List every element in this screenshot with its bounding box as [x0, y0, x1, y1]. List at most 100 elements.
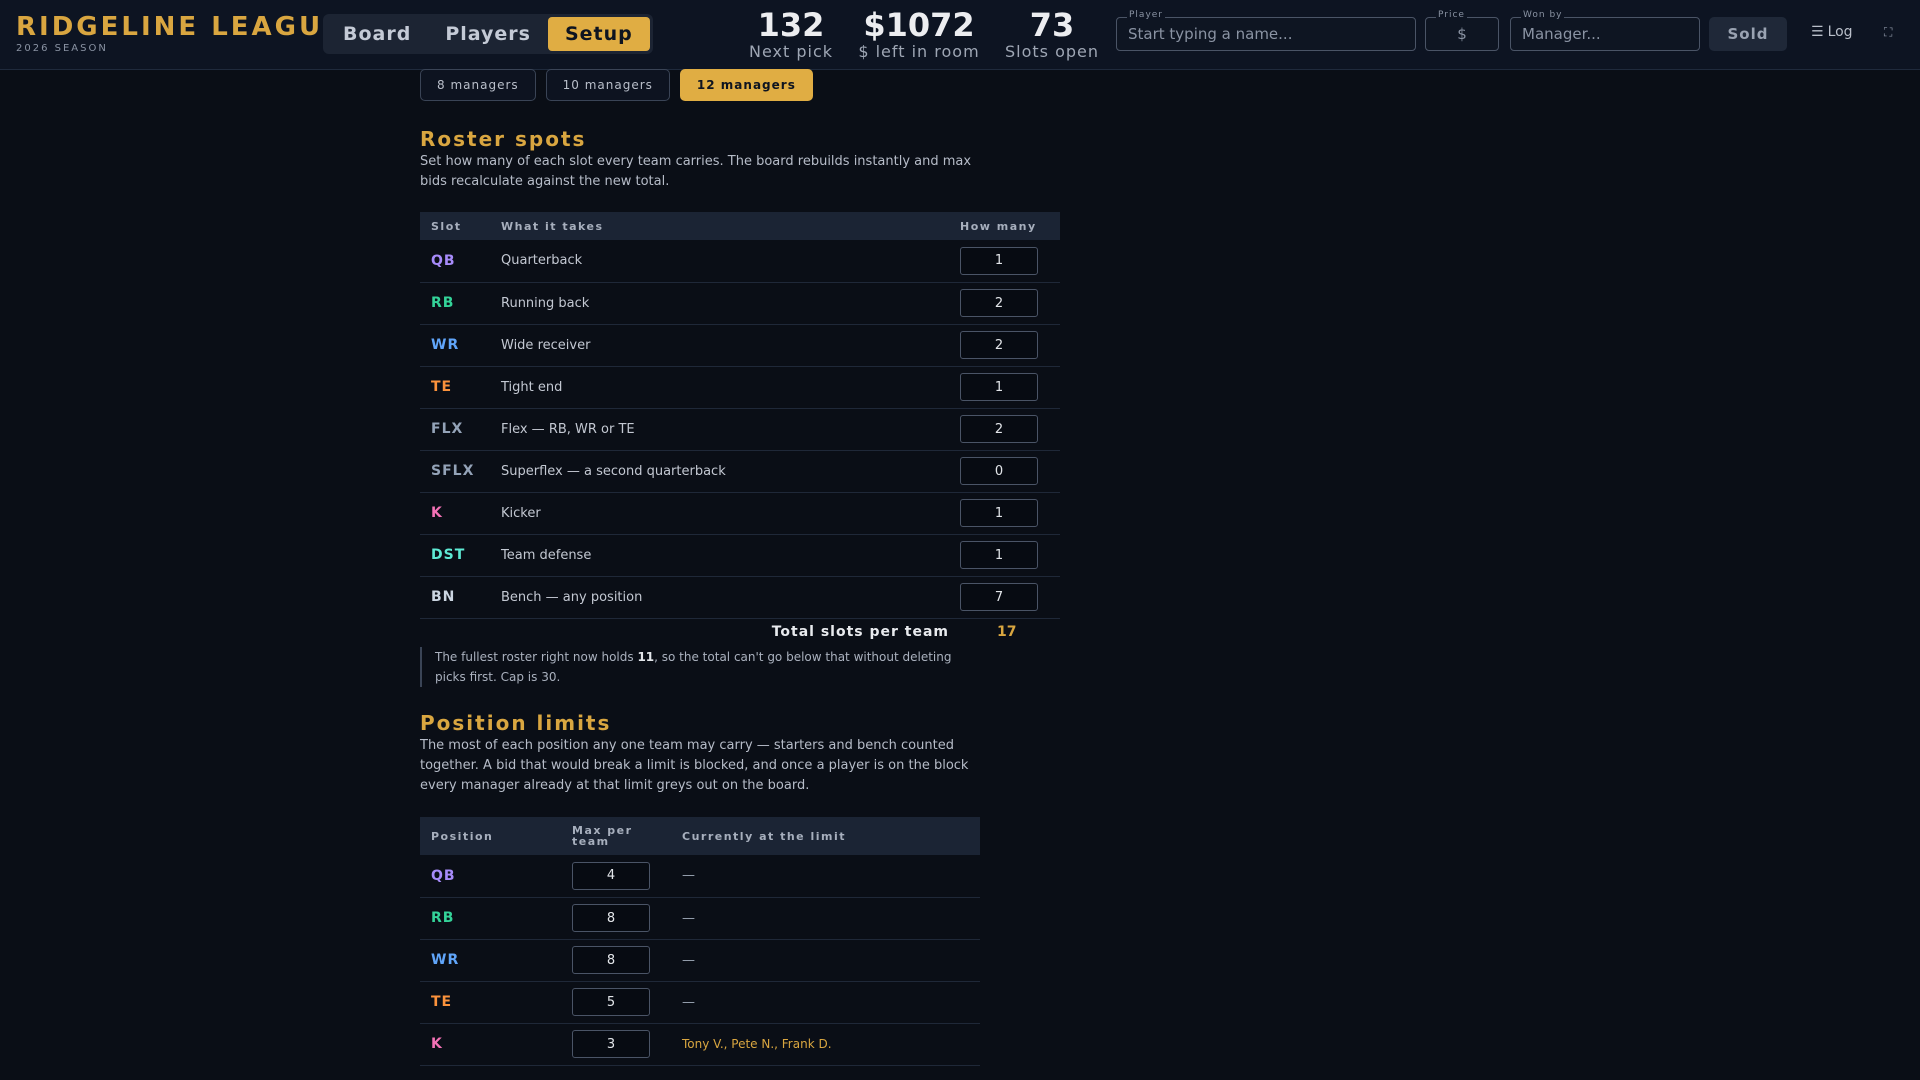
tab-players[interactable]: Players: [428, 17, 548, 51]
slot-count-input[interactable]: [960, 415, 1038, 443]
col-max-per-team: Max per team: [572, 824, 633, 848]
slot-count-input[interactable]: [960, 331, 1038, 359]
max-per-team-input[interactable]: [572, 1030, 650, 1058]
slot-count-cell: [949, 324, 1060, 367]
slot-code: TE: [420, 366, 490, 409]
slot-description: Superflex — a second quarterback: [490, 450, 949, 493]
limits-table-header: Position Max per team Currently at the l…: [420, 817, 980, 855]
position-limits-description: The most of each position any one team m…: [420, 738, 969, 793]
slot-code: QB: [420, 240, 490, 283]
position-code-text: WR: [431, 952, 460, 968]
managers-8-button[interactable]: 8 managers: [420, 69, 536, 101]
max-cell: [561, 855, 671, 898]
roster-total-row: Total slots per team 17: [420, 619, 1060, 645]
slot-description: Running back: [490, 282, 949, 325]
stat-slots-open: 73 Slots open: [1001, 6, 1103, 60]
slot-count-cell: [949, 240, 1060, 283]
stat-label: Slots open: [1004, 42, 1099, 61]
slot-code: RB: [420, 282, 490, 325]
slot-code-text: BN: [431, 589, 456, 605]
slot-code: WR: [420, 324, 490, 367]
col-at-limit: Currently at the limit: [682, 829, 846, 843]
slot-count-cell: [949, 366, 1060, 409]
at-limit-cell: —: [671, 981, 980, 1024]
position-code-text: QB: [431, 867, 456, 884]
player-input[interactable]: [1117, 18, 1415, 50]
roster-row-qb: QB Quarterback: [420, 240, 1060, 283]
stat-value: 73: [1029, 6, 1075, 44]
log-button[interactable]: ☰ Log: [1811, 24, 1853, 40]
limit-row-k: K Tony V., Pete N., Frank D.: [420, 1023, 980, 1066]
slot-description: Kicker: [490, 492, 949, 535]
roster-spots-description: Set how many of each slot every team car…: [420, 154, 972, 189]
price-field-label: Price: [1436, 10, 1467, 20]
slot-code: DST: [420, 534, 490, 577]
slot-count-cell: [949, 282, 1060, 325]
max-per-team-input[interactable]: [572, 861, 650, 890]
managers-12-button[interactable]: 12 managers: [679, 69, 813, 101]
position-code-text: K: [431, 1036, 443, 1052]
won-by-field-wrap: Won by: [1510, 10, 1700, 51]
slot-description: Bench — any position: [490, 576, 949, 619]
max-per-team-input[interactable]: [572, 946, 650, 974]
roster-row-flx: FLX Flex — RB, WR or TE: [420, 408, 1060, 451]
total-slots-value: 17: [997, 624, 1017, 640]
slot-count-input[interactable]: [960, 499, 1038, 527]
position-code-text: TE: [431, 994, 453, 1010]
tab-setup[interactable]: Setup: [547, 17, 650, 51]
stat-money-left: $1072 $ left in room: [853, 6, 985, 60]
won-by-field-label: Won by: [1521, 10, 1565, 20]
col-slot: Slot: [431, 219, 462, 233]
limit-row-qb: QB —: [420, 855, 980, 898]
roster-row-dst: DST Team defense: [420, 534, 1060, 577]
price-field-wrap: Price: [1425, 10, 1499, 51]
stat-value: 132: [757, 6, 825, 44]
stat-value: $1072: [863, 6, 975, 44]
max-cell: [561, 939, 671, 982]
limit-row-rb: RB —: [420, 897, 980, 940]
slot-count-input[interactable]: [960, 457, 1038, 485]
total-slots-label: Total slots per team: [771, 624, 949, 640]
note-fullest-count: 11: [637, 650, 655, 664]
slot-code-text: FLX: [431, 421, 464, 437]
at-limit-cell: Tony V., Pete N., Frank D.: [671, 1023, 980, 1066]
slot-code-text: K: [431, 505, 443, 521]
sold-button[interactable]: Sold: [1709, 17, 1787, 51]
manager-count-selector: 8 managers 10 managers 12 managers: [420, 69, 813, 101]
at-limit-cell: —: [671, 897, 980, 940]
slot-count-cell: [949, 408, 1060, 451]
slot-code: SFLX: [420, 450, 490, 493]
slot-code: K: [420, 492, 490, 535]
price-input[interactable]: [1426, 18, 1498, 50]
max-cell: [561, 897, 671, 940]
slot-count-input[interactable]: [960, 289, 1038, 317]
limit-row-te: TE —: [420, 981, 980, 1024]
managers-10-button[interactable]: 10 managers: [545, 69, 670, 101]
slot-count-cell: [949, 450, 1060, 493]
roster-note: The fullest roster right now holds 11, s…: [420, 647, 980, 687]
roster-row-wr: WR Wide receiver: [420, 324, 1060, 367]
roster-spots-heading: Roster spots: [420, 127, 587, 151]
at-limit-managers: —: [682, 910, 695, 926]
max-per-team-input[interactable]: [572, 988, 650, 1016]
fullscreen-icon[interactable]: ⛶: [1884, 25, 1898, 39]
slot-count-input[interactable]: [960, 373, 1038, 401]
slot-description: Team defense: [490, 534, 949, 577]
position-code: QB: [420, 855, 561, 898]
position-code-text: RB: [431, 910, 455, 926]
won-by-input[interactable]: [1511, 18, 1699, 50]
stat-label: $ left in room: [858, 42, 980, 61]
slot-count-input[interactable]: [960, 246, 1038, 275]
col-position: Position: [431, 829, 494, 843]
slot-count-cell: [949, 492, 1060, 535]
position-code: K: [420, 1023, 561, 1066]
slot-count-input[interactable]: [960, 583, 1038, 611]
slot-count-input[interactable]: [960, 541, 1038, 569]
at-limit-managers: Tony V., Pete N., Frank D.: [682, 1036, 832, 1051]
position-code: RB: [420, 897, 561, 940]
tab-board[interactable]: Board: [326, 17, 428, 51]
stat-label: Next pick: [748, 42, 834, 61]
position-code: TE: [420, 981, 561, 1024]
brand: RIDGELINE LEAGUE 2026 SEASON: [16, 12, 344, 54]
max-per-team-input[interactable]: [572, 904, 650, 932]
